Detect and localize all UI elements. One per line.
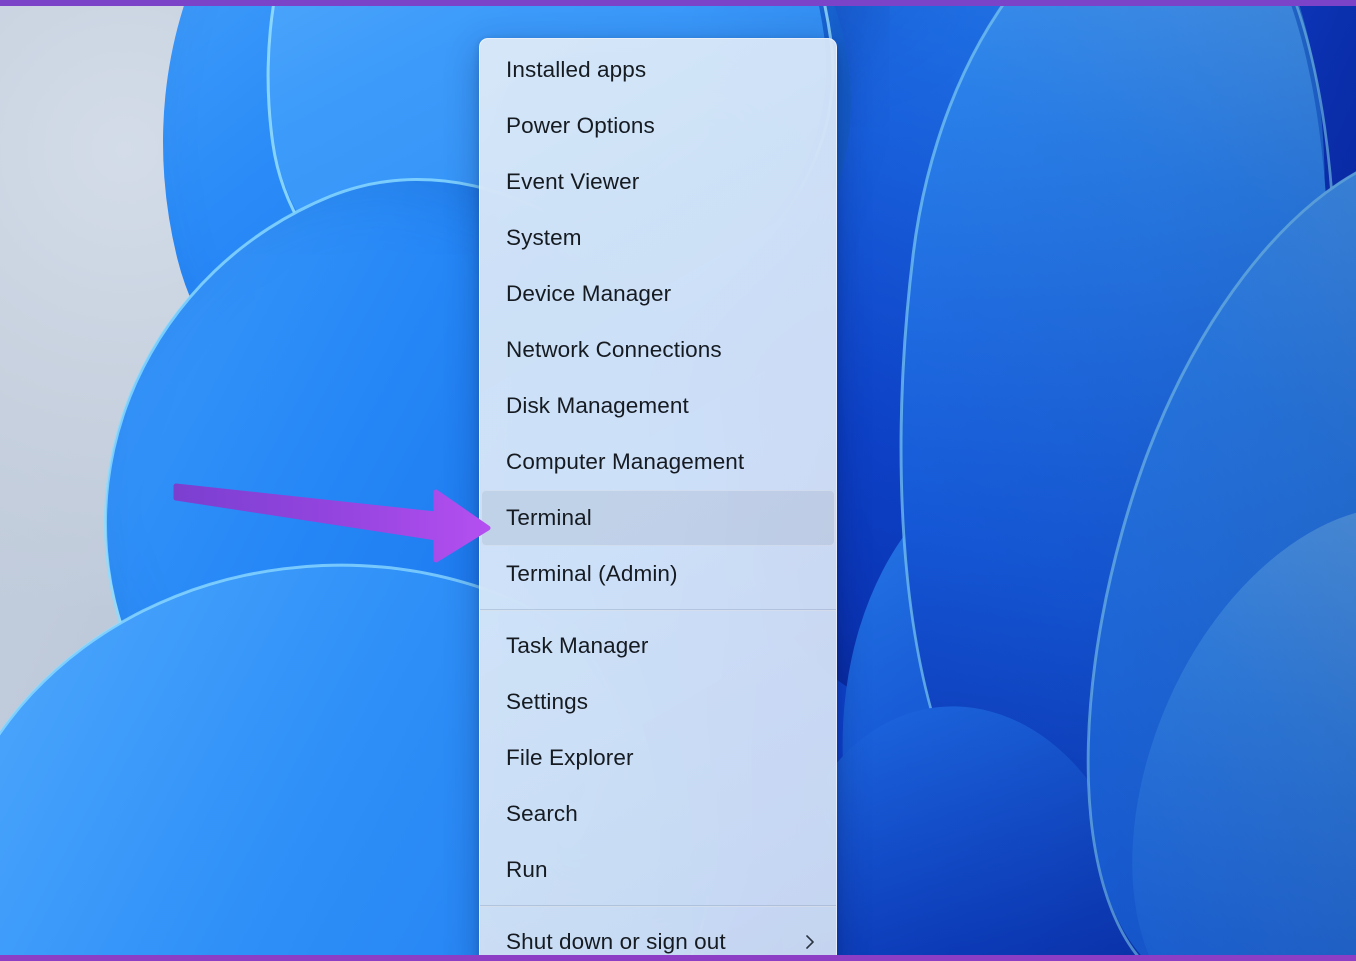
- menu-item-label: Terminal: [506, 507, 592, 530]
- screenshot-canvas: Installed apps Power Options Event Viewer S…: [0, 0, 1356, 961]
- menu-item-shut-down-or-sign-out[interactable]: Shut down or sign out: [481, 914, 835, 961]
- menu-item-label: System: [506, 227, 582, 250]
- menu-item-label: Event Viewer: [506, 171, 639, 194]
- win-x-context-menu[interactable]: Installed apps Power Options Event Viewer S…: [479, 38, 837, 961]
- menu-item-label: Shut down or sign out: [506, 931, 726, 954]
- menu-item-label: Power Options: [506, 115, 655, 138]
- menu-item-label: Settings: [506, 691, 588, 714]
- menu-item-search[interactable]: Search: [481, 786, 835, 842]
- menu-item-terminal-admin[interactable]: Terminal (Admin): [481, 546, 835, 602]
- menu-item-label: Computer Management: [506, 451, 744, 474]
- menu-separator: [480, 609, 836, 611]
- menu-item-computer-management[interactable]: Computer Management: [481, 434, 835, 490]
- menu-item-settings[interactable]: Settings: [481, 674, 835, 730]
- menu-item-task-manager[interactable]: Task Manager: [481, 618, 835, 674]
- menu-item-label: Task Manager: [506, 635, 649, 658]
- menu-separator: [480, 905, 836, 907]
- menu-item-run[interactable]: Run: [481, 842, 835, 898]
- menu-item-label: Terminal (Admin): [506, 563, 678, 586]
- menu-item-installed-apps[interactable]: Installed apps: [481, 42, 835, 98]
- menu-item-label: Network Connections: [506, 339, 722, 362]
- menu-item-device-manager[interactable]: Device Manager: [481, 266, 835, 322]
- menu-item-label: Device Manager: [506, 283, 671, 306]
- menu-item-network-connections[interactable]: Network Connections: [481, 322, 835, 378]
- chevron-right-icon: [799, 931, 821, 953]
- menu-item-disk-management[interactable]: Disk Management: [481, 378, 835, 434]
- menu-item-label: Disk Management: [506, 395, 689, 418]
- menu-item-system[interactable]: System: [481, 210, 835, 266]
- menu-item-label: File Explorer: [506, 747, 634, 770]
- menu-item-label: Search: [506, 803, 578, 826]
- menu-item-terminal[interactable]: Terminal: [481, 490, 835, 546]
- menu-item-event-viewer[interactable]: Event Viewer: [481, 154, 835, 210]
- menu-item-file-explorer[interactable]: File Explorer: [481, 730, 835, 786]
- menu-item-label: Run: [506, 859, 548, 882]
- menu-item-power-options[interactable]: Power Options: [481, 98, 835, 154]
- menu-item-label: Installed apps: [506, 59, 646, 82]
